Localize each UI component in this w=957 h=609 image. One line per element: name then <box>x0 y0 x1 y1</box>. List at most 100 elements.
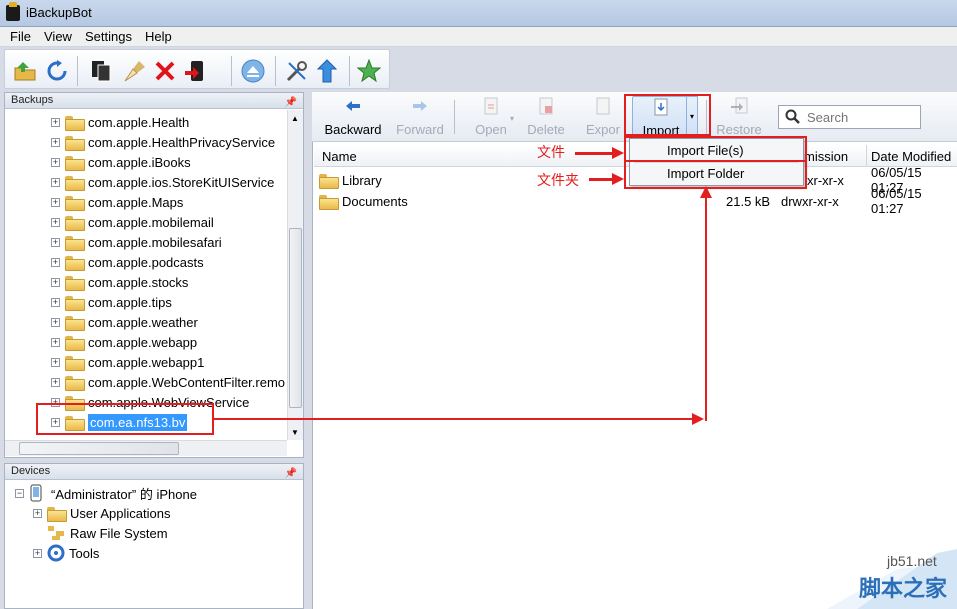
export-button[interactable]: Expor <box>582 96 626 138</box>
folder-icon <box>65 235 85 251</box>
hscroll-thumb[interactable] <box>19 442 179 455</box>
tree-label: User Applications <box>70 505 171 521</box>
menu-file[interactable]: File <box>10 29 31 44</box>
expand-icon[interactable]: + <box>51 357 60 367</box>
annotation-folder-box <box>624 160 807 189</box>
file-row[interactable]: Documents 21.5 kB drwxr-xr-x 06/05/15 01… <box>319 186 957 216</box>
backup-tree-item[interactable]: + com.apple.weather <box>51 312 198 332</box>
search-icon <box>785 109 800 124</box>
backups-vscroll[interactable]: ▲ ▼ <box>287 110 303 440</box>
folder-icon <box>65 315 85 331</box>
backup-item-label: com.apple.webapp1 <box>88 354 205 370</box>
delete-label: Delete <box>527 122 565 137</box>
folder-icon <box>65 135 85 151</box>
backup-tree-item[interactable]: + com.apple.Health <box>51 112 189 132</box>
backups-hscroll[interactable] <box>5 440 287 456</box>
expand-icon[interactable]: + <box>33 508 42 518</box>
backup-tree-item[interactable]: + com.apple.ios.StoreKitUIService <box>51 172 274 192</box>
backup-tree-item[interactable]: + com.apple.podcasts <box>51 252 204 272</box>
expand-icon[interactable]: + <box>51 157 60 167</box>
backup-item-label: com.apple.HealthPrivacyService <box>88 134 276 150</box>
expand-icon[interactable]: + <box>33 548 42 558</box>
column-date-modified[interactable]: Date Modified <box>871 149 951 164</box>
menu-settings[interactable]: Settings <box>85 29 132 44</box>
tools-icon[interactable] <box>283 57 311 85</box>
file-system-icon <box>48 526 64 540</box>
backup-tree-item[interactable]: + com.apple.webapp <box>51 332 197 352</box>
search-box[interactable] <box>778 105 921 129</box>
pin-icon[interactable]: 📌 <box>285 95 297 110</box>
expand-icon[interactable]: + <box>51 197 60 207</box>
backup-tree-item[interactable]: + com.apple.iBooks <box>51 152 191 172</box>
refresh-icon[interactable] <box>43 57 71 85</box>
expand-icon[interactable]: + <box>51 277 60 287</box>
device-node[interactable]: − “Administrator” 的 iPhone <box>15 483 197 503</box>
expand-icon[interactable]: + <box>51 257 60 267</box>
device-child-raw-file-system[interactable]: Raw File System <box>47 523 168 543</box>
backup-tree-item[interactable]: + com.apple.WebContentFilter.remo <box>51 372 285 392</box>
expand-icon[interactable]: + <box>51 217 60 227</box>
clean-brush-icon[interactable] <box>121 57 149 85</box>
pin-icon[interactable]: 📌 <box>285 466 297 481</box>
scroll-thumb[interactable] <box>289 228 302 408</box>
menu-view[interactable]: View <box>44 29 72 44</box>
file-permission: drwxr-xr-x <box>781 193 839 209</box>
expand-icon[interactable]: + <box>51 377 60 387</box>
backup-tree-item[interactable]: + com.apple.mobilesafari <box>51 232 222 252</box>
collapse-icon[interactable]: − <box>15 488 24 498</box>
device-transfer-icon[interactable] <box>181 57 209 85</box>
backward-button[interactable]: Backward <box>320 96 386 138</box>
device-child-tools[interactable]: + Tools <box>33 543 99 563</box>
column-permission[interactable]: mission <box>804 149 848 164</box>
forward-button[interactable]: Forward <box>390 96 450 138</box>
delete-button[interactable]: Delete <box>522 96 570 138</box>
upload-icon[interactable] <box>313 57 341 85</box>
open-label: Open <box>475 122 507 137</box>
restore-label: Restore <box>716 122 762 137</box>
delete-file-icon <box>539 97 553 115</box>
expand-icon[interactable]: + <box>51 337 60 347</box>
backup-tree-item[interactable]: + com.apple.stocks <box>51 272 188 292</box>
device-name: “Administrator” 的 iPhone <box>51 486 197 502</box>
expand-icon[interactable]: + <box>51 117 60 127</box>
annotation-folder-label: 文件夹 <box>537 173 579 189</box>
menu-help[interactable]: Help <box>145 29 172 44</box>
open-file-icon <box>484 97 498 115</box>
copy-icon[interactable] <box>87 57 115 85</box>
folder-icon <box>65 255 85 271</box>
export-file-icon <box>596 97 610 115</box>
scroll-down-icon[interactable]: ▼ <box>291 428 299 437</box>
backup-tree-item[interactable]: + com.apple.mobilemail <box>51 212 214 232</box>
eject-icon[interactable] <box>239 57 267 85</box>
backup-tree-item[interactable]: + com.apple.Maps <box>51 192 183 212</box>
main-toolbar <box>0 47 957 91</box>
tree-label: Raw File System <box>70 525 168 541</box>
delete-icon[interactable] <box>151 57 179 85</box>
backup-item-label: com.apple.mobilemail <box>88 214 214 230</box>
open-backup-icon[interactable] <box>11 57 39 85</box>
open-dropdown-icon[interactable]: ▾ <box>510 114 514 123</box>
device-child-user-applications[interactable]: + User Applications <box>33 503 170 523</box>
backup-tree-item[interactable]: + com.apple.HealthPrivacyService <box>51 132 275 152</box>
expand-icon[interactable]: + <box>51 297 60 307</box>
open-button[interactable]: Open <box>466 96 516 138</box>
file-name: Library <box>342 172 382 188</box>
scroll-up-icon[interactable]: ▲ <box>291 114 299 123</box>
window-title: iBackupBot <box>26 5 92 20</box>
expand-icon[interactable]: + <box>51 317 60 327</box>
search-input[interactable] <box>807 109 917 125</box>
expand-icon[interactable]: + <box>51 177 60 187</box>
annotation-import-box <box>624 94 711 136</box>
backward-label: Backward <box>324 122 382 137</box>
backup-tree-item[interactable]: + com.apple.tips <box>51 292 172 312</box>
expand-icon[interactable]: + <box>51 237 60 247</box>
column-name[interactable]: Name <box>322 149 357 164</box>
file-permission: xr-xr-x <box>807 172 844 188</box>
restore-button[interactable]: Restore <box>712 96 766 138</box>
backup-tree-item[interactable]: + com.apple.webapp1 <box>51 352 204 372</box>
app-icon <box>6 2 20 21</box>
watermark-site: jb51.net <box>887 553 937 569</box>
folder-icon <box>65 115 85 131</box>
expand-icon[interactable]: + <box>51 137 60 147</box>
star-icon[interactable] <box>355 57 383 85</box>
